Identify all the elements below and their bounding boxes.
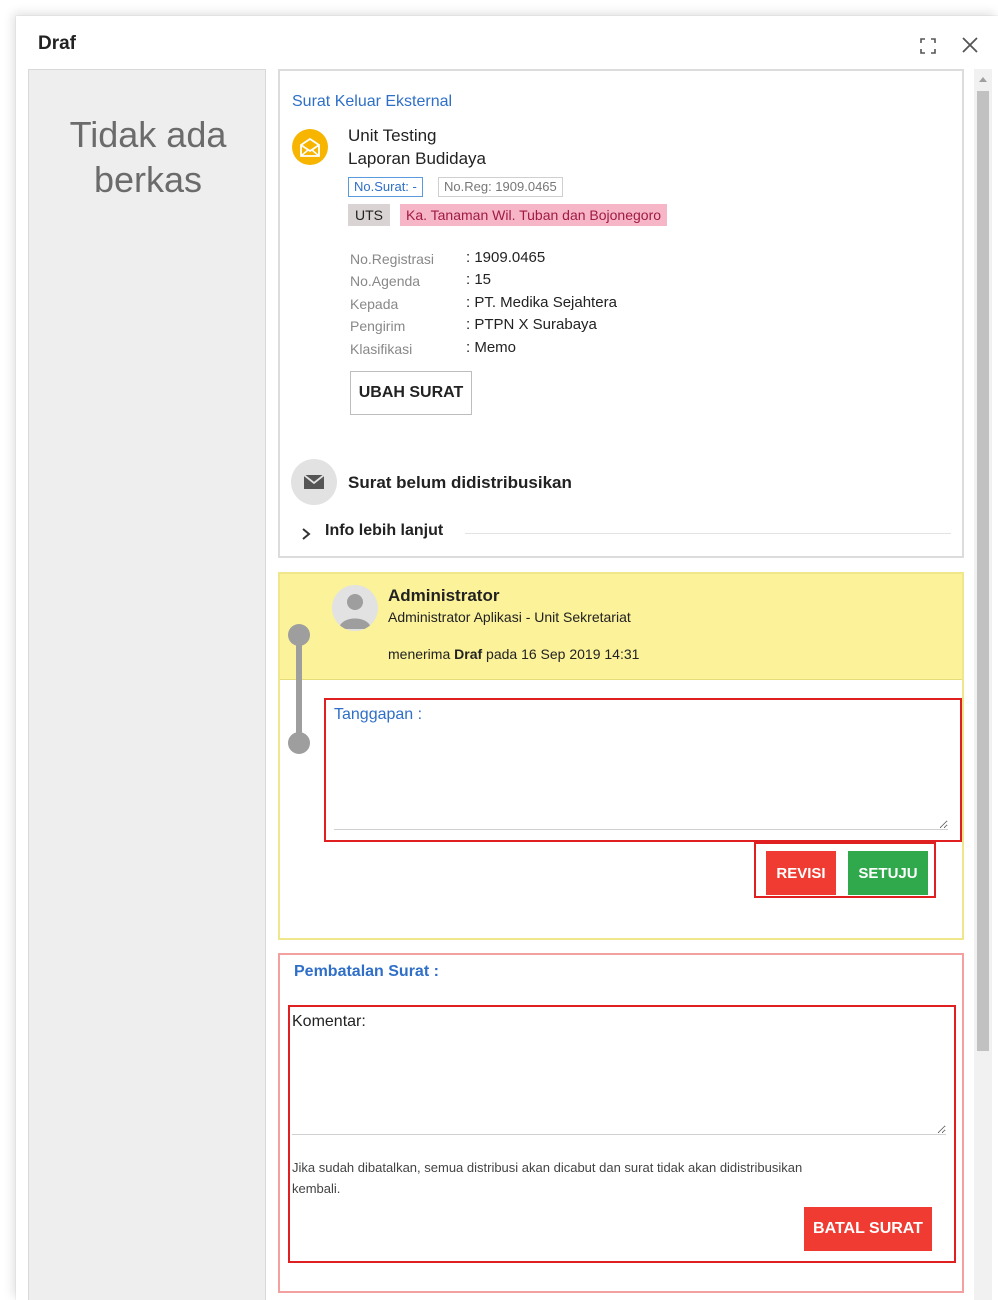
timeline-line — [296, 634, 302, 746]
user-name: Administrator — [388, 586, 500, 605]
no-files-line-2: berkas — [93, 159, 203, 200]
timeline-header: Administrator Administrator Aplikasi - U… — [280, 574, 962, 680]
unit-code-tag: UTS — [348, 204, 390, 226]
meta-value: : PT. Medika Sejahtera — [466, 294, 617, 311]
letter-unit: Unit Testing — [348, 126, 437, 145]
cancellation-card: Pembatalan Surat : Komentar: Jika sudah … — [278, 953, 964, 1293]
draft-dialog: Draf Tidak ada berkas Surat Keluar Ekste… — [16, 16, 998, 1300]
user-avatar-icon — [332, 585, 378, 631]
scrollbar[interactable] — [974, 69, 992, 1300]
action-text: menerima — [388, 646, 455, 662]
cancellation-warning: Jika sudah dibatalkan, semua distribusi … — [292, 1157, 942, 1199]
scrollbar-thumb[interactable] — [977, 91, 989, 1051]
no-reg-badge: No.Reg: 1909.0465 — [438, 177, 563, 197]
action-time: pada 16 Sep 2019 14:31 — [482, 646, 640, 662]
letter-type-link[interactable]: Surat Keluar Eksternal — [292, 93, 452, 111]
no-files-text: Tidak ada berkas — [29, 112, 267, 202]
warning-line-1: Jika sudah dibatalkan, semua distribusi … — [292, 1160, 803, 1175]
response-label: Tanggapan : — [334, 706, 423, 723]
meta-value: : 15 — [466, 271, 492, 288]
maximize-icon[interactable] — [920, 38, 936, 54]
chevron-right-icon[interactable] — [300, 527, 312, 541]
more-info-toggle[interactable]: Info lebih lanjut — [325, 522, 443, 540]
warning-line-2: kembali. — [292, 1181, 341, 1196]
letter-card: Surat Keluar Eksternal Unit Testing Lapo… — [278, 69, 964, 558]
timeline-action: menerima Draf pada 16 Sep 2019 14:31 — [388, 646, 639, 662]
scroll-up-icon[interactable] — [978, 75, 988, 83]
meta-label: No.Agenda — [350, 273, 421, 289]
cancel-letter-button[interactable]: BATAL SURAT — [804, 1207, 932, 1251]
mail-open-icon — [300, 137, 320, 157]
approve-button[interactable]: SETUJU — [848, 851, 928, 895]
position-tag: Ka. Tanaman Wil. Tuban dan Bojonegoro — [400, 204, 668, 226]
meta-value: : PTPN X Surabaya — [466, 316, 597, 333]
response-highlight: Tanggapan : — [324, 698, 962, 842]
timeline-dot — [288, 624, 310, 646]
response-textarea[interactable] — [334, 728, 948, 830]
user-role: Administrator Aplikasi - Unit Sekretaria… — [388, 609, 631, 625]
comment-label: Komentar: — [292, 1013, 366, 1030]
sender-badge — [292, 129, 328, 165]
action-doc-type: Draf — [454, 646, 483, 662]
meta-label: Pengirim — [350, 318, 406, 334]
edit-letter-button[interactable]: UBAH SURAT — [350, 371, 472, 415]
meta-label: Klasifikasi — [350, 341, 413, 357]
close-icon[interactable] — [959, 34, 981, 56]
meta-label: Kepada — [350, 296, 399, 312]
timeline-dot — [288, 732, 310, 754]
meta-value: : 1909.0465 — [466, 249, 546, 266]
distribution-status-icon-wrap — [291, 459, 337, 505]
file-sidebar: Tidak ada berkas — [28, 69, 266, 1300]
envelope-icon — [303, 474, 325, 489]
meta-label: No.Registrasi — [350, 251, 435, 267]
comment-textarea[interactable] — [292, 1035, 946, 1135]
cancellation-title: Pembatalan Surat : — [294, 963, 439, 980]
no-surat-badge: No.Surat: - — [348, 177, 423, 197]
divider — [465, 533, 951, 534]
revise-button[interactable]: REVISI — [766, 851, 836, 895]
no-files-line-1: Tidak ada — [69, 114, 227, 155]
letter-subject: Laporan Budidaya — [348, 149, 487, 168]
dialog-title: Draf — [38, 33, 77, 54]
distribution-status: Surat belum didistribusikan — [348, 473, 572, 492]
draft-timeline-entry: Administrator Administrator Aplikasi - U… — [278, 572, 964, 940]
meta-value: : Memo — [466, 339, 517, 356]
